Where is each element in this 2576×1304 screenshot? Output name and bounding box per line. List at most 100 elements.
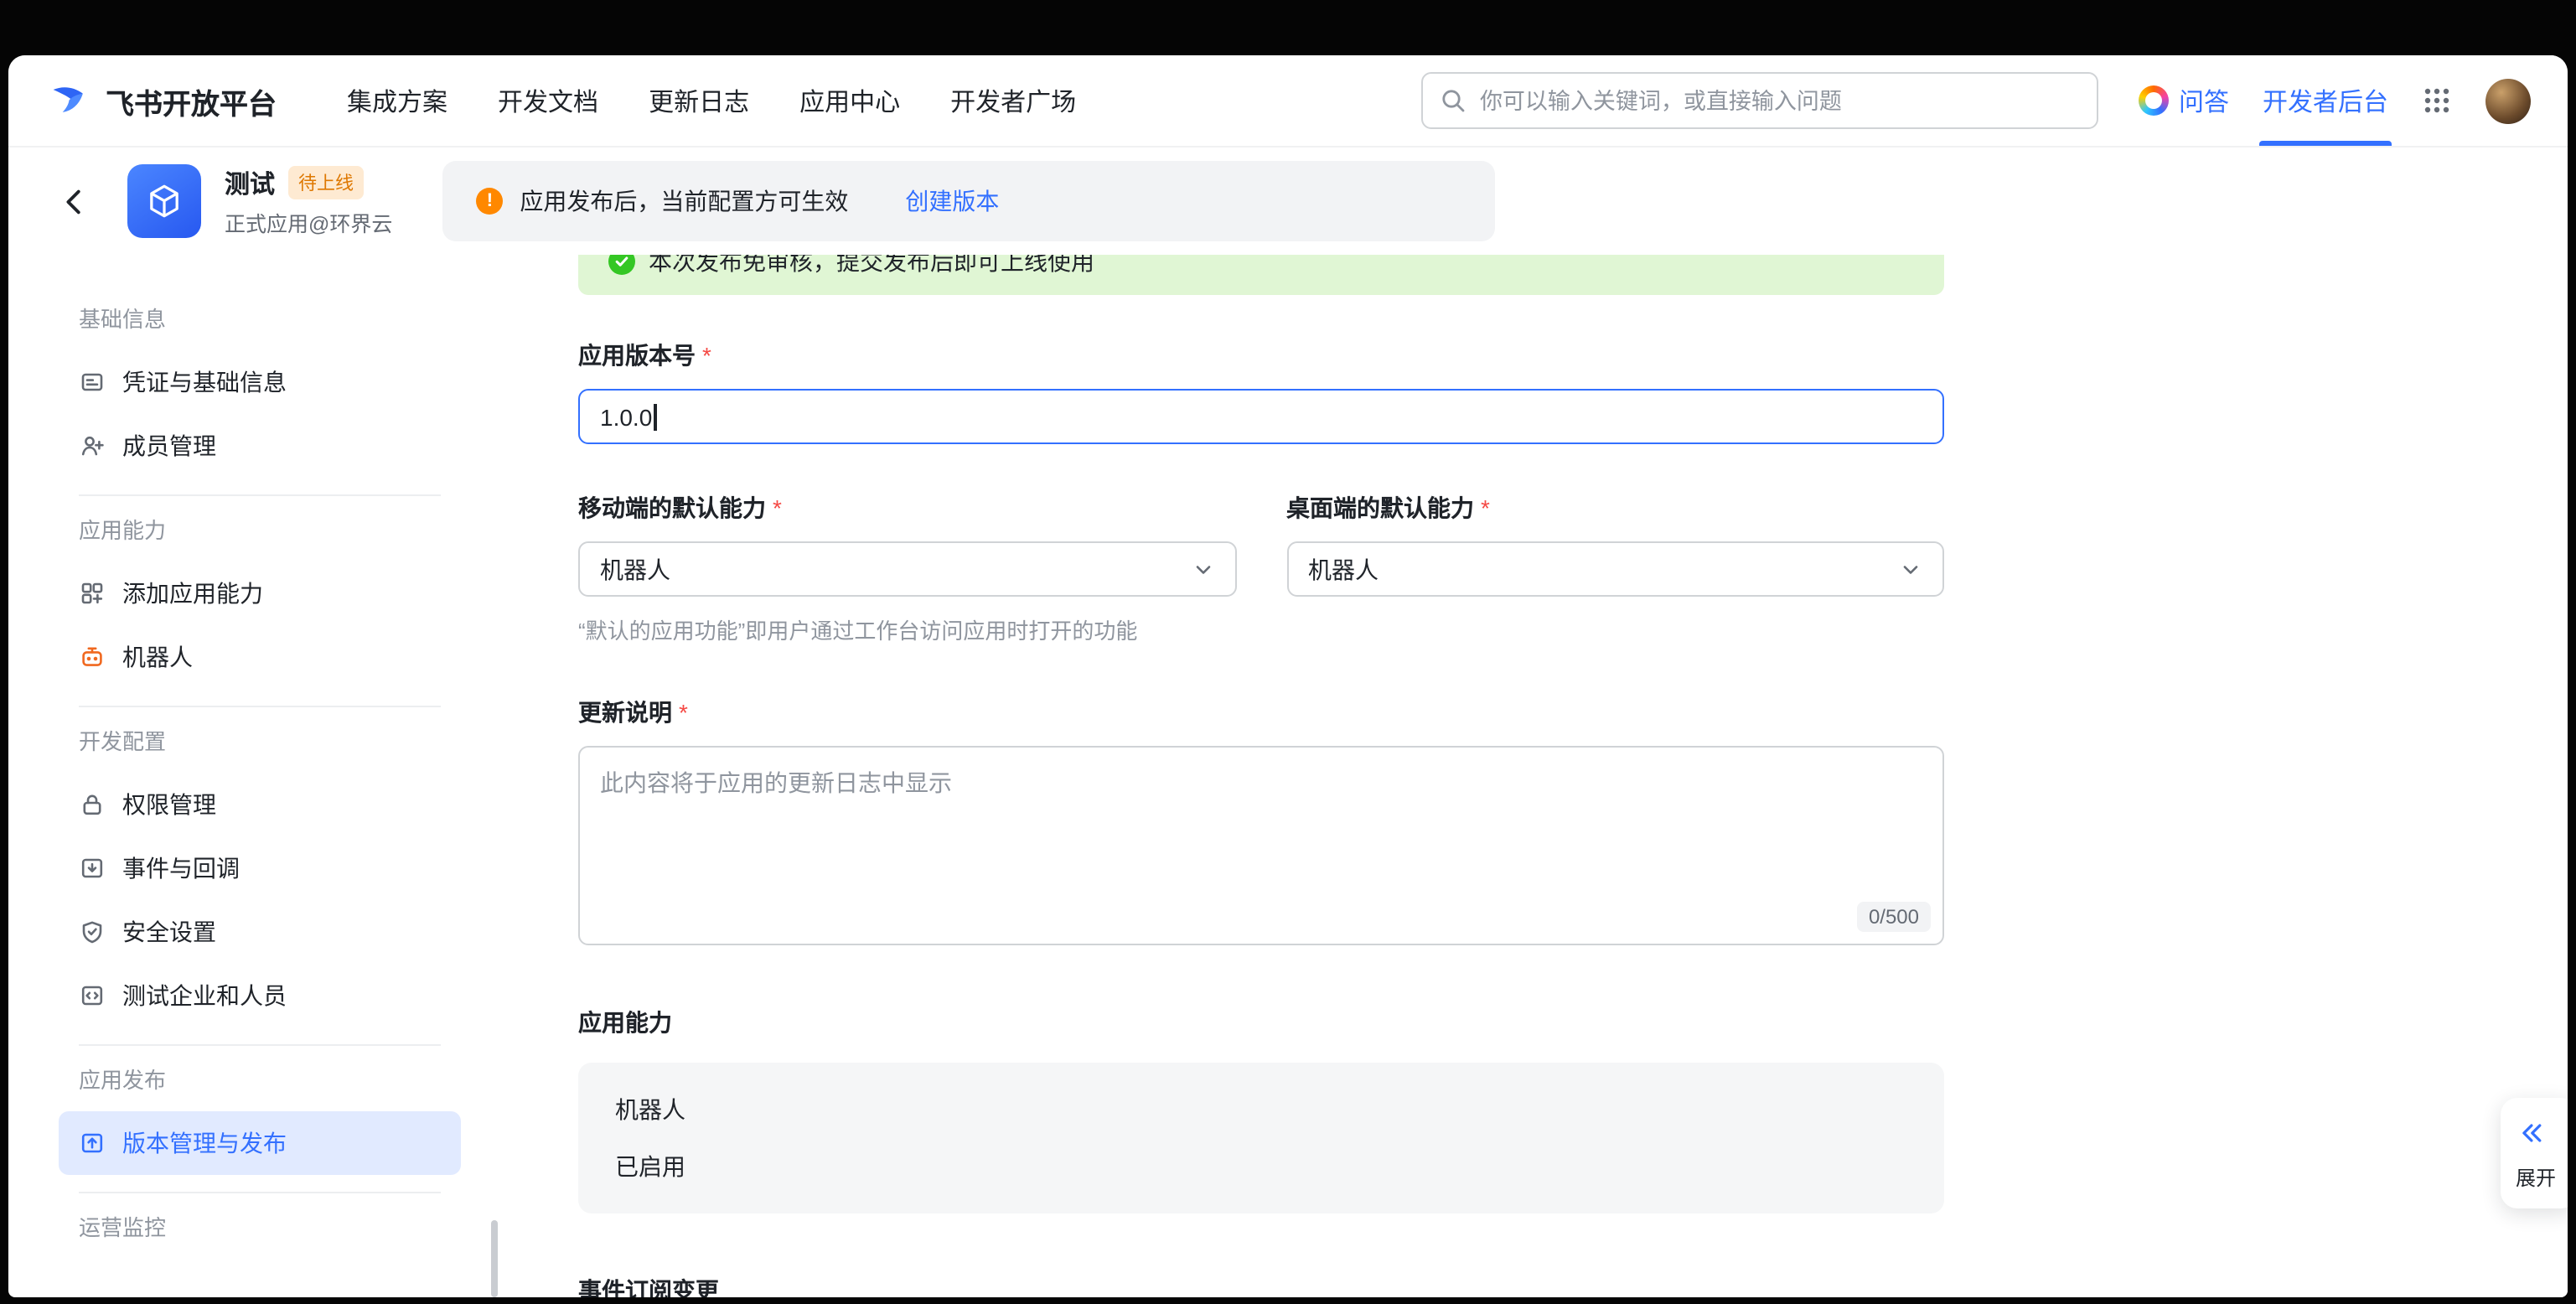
app-capability-panel: 机器人 已启用 bbox=[578, 1063, 1944, 1213]
chevron-down-icon bbox=[1899, 557, 1922, 581]
capability-hint: “默认的应用功能”即用户通过工作台访问应用时打开的功能 bbox=[578, 613, 1944, 645]
sidebar-item-label: 成员管理 bbox=[122, 429, 216, 463]
text-caret bbox=[654, 403, 656, 430]
search-icon bbox=[1440, 87, 1466, 114]
desktop-capability-label-text: 桌面端的默认能力 bbox=[1286, 491, 1474, 525]
version-input-value: 1.0.0 bbox=[600, 403, 652, 430]
chevron-down-icon bbox=[1191, 557, 1214, 581]
add-capability-icon bbox=[79, 580, 106, 607]
divider bbox=[79, 706, 441, 707]
back-chevron-icon bbox=[59, 185, 91, 217]
sidebar-item-permissions[interactable]: 权限管理 bbox=[59, 773, 461, 836]
console-tab[interactable]: 开发者后台 bbox=[2263, 55, 2388, 146]
sidebar-item-test-org[interactable]: 测试企业和人员 bbox=[59, 964, 461, 1027]
sidebar-item-bot[interactable]: 机器人 bbox=[59, 625, 461, 689]
update-notes-textarea[interactable] bbox=[578, 746, 1944, 945]
version-form: 本次发布免审核，提交发布后即可上线使用 应用版本号 * 1.0.0 移动端的默 bbox=[578, 255, 1944, 1297]
robot-icon bbox=[79, 644, 106, 670]
success-banner-text: 本次发布免审核，提交发布后即可上线使用 bbox=[649, 255, 1094, 278]
nav-item-app-center[interactable]: 应用中心 bbox=[799, 83, 900, 118]
double-chevron-left-icon bbox=[2516, 1118, 2546, 1148]
sidebar-section-release: 应用发布 bbox=[59, 1063, 461, 1094]
divider bbox=[79, 1192, 441, 1193]
brand-title: 飞书开放平台 bbox=[106, 80, 277, 122]
header-right-group: 问答 开发者后台 bbox=[2139, 55, 2537, 146]
sidebar-item-label: 测试企业和人员 bbox=[122, 979, 287, 1012]
check-icon bbox=[608, 255, 635, 275]
nav-item-changelog[interactable]: 更新日志 bbox=[649, 83, 749, 118]
app-info: 测试 待上线 正式应用@环界云 bbox=[225, 165, 392, 237]
back-button[interactable] bbox=[52, 179, 97, 224]
release-icon bbox=[79, 1130, 106, 1157]
alert-text: 应用发布后，当前配置方可生效 bbox=[520, 184, 848, 218]
sidebar-scrollbar[interactable] bbox=[491, 1220, 498, 1297]
sidebar-item-label: 事件与回调 bbox=[122, 851, 240, 885]
qa-link[interactable]: 问答 bbox=[2139, 55, 2229, 146]
select-value: 机器人 bbox=[1308, 552, 1379, 586]
mobile-capability-label: 移动端的默认能力 * bbox=[578, 491, 1236, 525]
divider bbox=[79, 494, 441, 496]
sidebar-item-members[interactable]: 成员管理 bbox=[59, 414, 461, 478]
credential-icon bbox=[79, 369, 106, 396]
console-label: 开发者后台 bbox=[2263, 83, 2388, 118]
update-notes-label-text: 更新说明 bbox=[578, 696, 672, 729]
body-region: 基础信息 凭证与基础信息 成员管理 bbox=[8, 255, 2568, 1297]
primary-nav: 集成方案 开发文档 更新日志 应用中心 开发者广场 bbox=[347, 83, 1076, 118]
desktop-capability-select[interactable]: 机器人 bbox=[1286, 541, 1944, 597]
qa-ring-icon bbox=[2139, 85, 2169, 116]
user-avatar[interactable] bbox=[2485, 78, 2531, 123]
sidebar-item-label: 凭证与基础信息 bbox=[122, 365, 287, 399]
mobile-capability-select[interactable]: 机器人 bbox=[578, 541, 1236, 597]
sidebar-item-label: 版本管理与发布 bbox=[122, 1126, 287, 1160]
warning-icon: ! bbox=[476, 188, 503, 215]
qa-label: 问答 bbox=[2179, 83, 2229, 118]
select-value: 机器人 bbox=[600, 552, 670, 586]
expand-label: 展开 bbox=[2516, 1163, 2556, 1192]
version-label-text: 应用版本号 bbox=[578, 339, 696, 372]
create-version-link[interactable]: 创建版本 bbox=[905, 184, 999, 218]
sidebar-item-version-release[interactable]: 版本管理与发布 bbox=[59, 1111, 461, 1175]
required-mark: * bbox=[1481, 494, 1490, 521]
app-meta: 正式应用@环界云 bbox=[225, 205, 392, 237]
sidebar-section-dev-config: 开发配置 bbox=[59, 724, 461, 756]
members-icon bbox=[79, 432, 106, 459]
app-header: 测试 待上线 正式应用@环界云 ! 应用发布后，当前配置方可生效 创建版本 bbox=[8, 147, 2568, 255]
sidebar-item-label: 权限管理 bbox=[122, 788, 216, 821]
nav-item-integration[interactable]: 集成方案 bbox=[347, 83, 447, 118]
sidebar-section-basic-info: 基础信息 bbox=[59, 302, 461, 334]
nav-item-marketplace[interactable]: 开发者广场 bbox=[950, 83, 1076, 118]
divider bbox=[79, 1044, 441, 1046]
required-mark: * bbox=[702, 342, 711, 369]
sidebar-item-credentials[interactable]: 凭证与基础信息 bbox=[59, 350, 461, 414]
mobile-capability-field: 移动端的默认能力 * 机器人 bbox=[578, 491, 1236, 597]
screen: 飞书开放平台 集成方案 开发文档 更新日志 应用中心 开发者广场 问答 bbox=[0, 0, 2576, 1304]
publish-alert-banner: ! 应用发布后，当前配置方可生效 创建版本 bbox=[442, 161, 1495, 241]
search-input[interactable] bbox=[1480, 88, 2080, 113]
browser-window: 飞书开放平台 集成方案 开发文档 更新日志 应用中心 开发者广场 问答 bbox=[8, 55, 2568, 1297]
top-navigation-bar: 飞书开放平台 集成方案 开发文档 更新日志 应用中心 开发者广场 问答 bbox=[8, 55, 2568, 147]
nav-item-docs[interactable]: 开发文档 bbox=[498, 83, 598, 118]
apps-grid-icon[interactable] bbox=[2422, 85, 2452, 116]
version-label: 应用版本号 * bbox=[578, 339, 1944, 372]
sidebar-item-security[interactable]: 安全设置 bbox=[59, 900, 461, 964]
main-content: 本次发布免审核，提交发布后即可上线使用 应用版本号 * 1.0.0 移动端的默 bbox=[511, 255, 2568, 1297]
app-name: 测试 bbox=[225, 165, 275, 200]
version-input[interactable]: 1.0.0 bbox=[578, 389, 1944, 444]
sidebar-section-monitoring: 运营监控 bbox=[59, 1210, 461, 1242]
sidebar-item-events-callbacks[interactable]: 事件与回调 bbox=[59, 836, 461, 900]
expand-panel-button[interactable]: 展开 bbox=[2501, 1098, 2568, 1208]
update-notes-label: 更新说明 * bbox=[578, 696, 1944, 729]
desktop-capability-label: 桌面端的默认能力 * bbox=[1286, 491, 1944, 525]
sidebar-item-label: 机器人 bbox=[122, 640, 193, 674]
permission-lock-icon bbox=[79, 791, 106, 818]
feishu-logo-icon bbox=[49, 79, 92, 122]
event-subscription-title: 事件订阅变更 bbox=[578, 1274, 1944, 1297]
sidebar-item-add-capability[interactable]: 添加应用能力 bbox=[59, 561, 461, 625]
sidebar-item-label: 安全设置 bbox=[122, 915, 216, 949]
char-counter: 0/500 bbox=[1857, 902, 1931, 932]
brand-home-link[interactable]: 飞书开放平台 bbox=[49, 79, 277, 122]
app-capability-title: 应用能力 bbox=[578, 1006, 1944, 1039]
search-box[interactable] bbox=[1421, 72, 2098, 129]
capability-status: 已启用 bbox=[615, 1150, 1907, 1183]
sidebar: 基础信息 凭证与基础信息 成员管理 bbox=[8, 255, 511, 1297]
